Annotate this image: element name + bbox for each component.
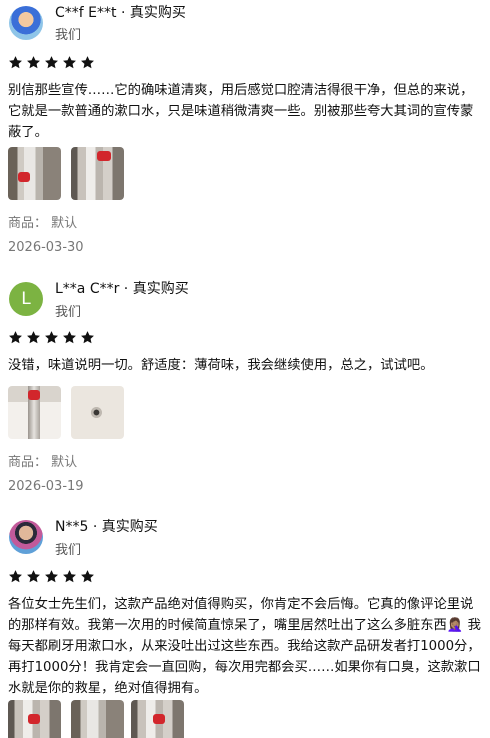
avatar[interactable] — [9, 6, 43, 40]
star-icon — [45, 56, 58, 69]
review-photo[interactable] — [8, 386, 61, 439]
star-icon — [45, 570, 58, 583]
review-date: 2026-03-30 — [8, 240, 84, 255]
star-icon — [81, 56, 94, 69]
star-icon — [9, 570, 22, 583]
review-photo[interactable] — [71, 147, 124, 200]
review-text: 没错，味道说明一切。舒适度：薄荷味，我会继续使用，总之，试试吧。 — [8, 358, 434, 373]
product-variant: 商品： 默认 — [8, 455, 78, 470]
star-icon — [9, 56, 22, 69]
reviewer-location: 我们 — [55, 305, 82, 320]
product-variant: 商品： 默认 — [8, 216, 78, 231]
avatar[interactable] — [9, 520, 43, 554]
review-text: 别信那些宣传……它的确味道清爽，用后感觉口腔清洁得很干净，但总的来说，它就是一款… — [8, 83, 474, 140]
review-date: 2026-03-19 — [8, 479, 84, 494]
avatar[interactable]: L — [9, 282, 43, 316]
star-icon — [81, 331, 94, 344]
star-icon — [27, 570, 40, 583]
reviewer-location: 我们 — [55, 543, 82, 558]
review-photo[interactable] — [8, 700, 61, 738]
review-text: 各位女士先生们，这款产品绝对值得购买，你肯定不会后悔。它真的像评论里说的那样有效… — [8, 597, 481, 696]
reviewer-name[interactable]: N**5 · 真实购买 — [55, 516, 158, 536]
reviewer-name[interactable]: L**a C**r · 真实购买 — [55, 278, 189, 298]
star-icon — [63, 56, 76, 69]
reviewer-location: 我们 — [55, 28, 82, 43]
star-rating — [8, 330, 95, 348]
star-icon — [63, 331, 76, 344]
review-photo[interactable] — [8, 147, 61, 200]
star-icon — [81, 570, 94, 583]
star-icon — [27, 331, 40, 344]
reviewer-name[interactable]: C**f E**t · 真实购买 — [55, 2, 186, 22]
review-photo[interactable] — [131, 700, 184, 738]
review-photo[interactable] — [71, 386, 124, 439]
star-icon — [9, 331, 22, 344]
star-icon — [63, 570, 76, 583]
star-icon — [45, 331, 58, 344]
star-rating — [8, 55, 95, 73]
star-icon — [27, 56, 40, 69]
star-rating — [8, 569, 95, 587]
review-photo[interactable] — [71, 700, 124, 738]
